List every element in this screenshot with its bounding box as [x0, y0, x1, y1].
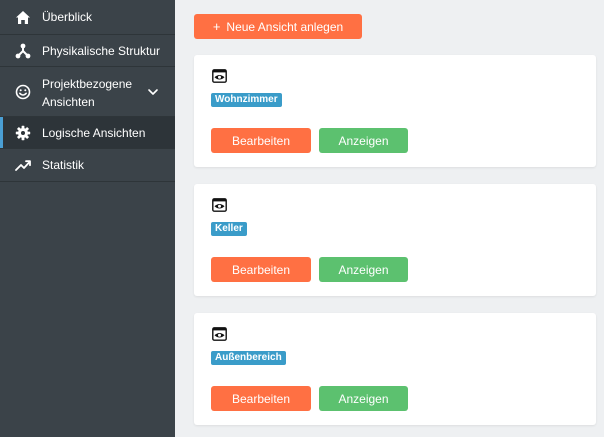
eye-icon	[212, 327, 227, 341]
sidebar-item-physical-structure[interactable]: Physikalische Struktur	[0, 35, 175, 67]
plus-icon: +	[212, 19, 221, 34]
network-icon	[14, 42, 32, 60]
show-button[interactable]: Anzeigen	[319, 257, 408, 282]
gear-icon	[14, 124, 32, 142]
view-name-badge: Keller	[211, 222, 247, 236]
view-name-badge: Außenbereich	[211, 351, 286, 365]
home-icon	[14, 8, 32, 26]
sidebar-item-logical-views[interactable]: Logische Ansichten	[0, 117, 175, 149]
sidebar-item-label: Statistik	[42, 158, 85, 172]
sidebar-item-project-views[interactable]: Projektbezogene Ansichten	[0, 67, 175, 117]
sidebar: Überblick Physikalische Struktur Projekt…	[0, 0, 175, 437]
sidebar-item-statistics[interactable]: Statistik	[0, 149, 175, 182]
eye-icon	[212, 69, 227, 83]
view-card: Wohnzimmer Bearbeiten Anzeigen	[194, 55, 596, 167]
edit-button[interactable]: Bearbeiten	[211, 386, 311, 411]
smiley-icon	[14, 83, 32, 101]
sidebar-item-label: Physikalische Struktur	[42, 43, 161, 58]
view-card: Außenbereich Bearbeiten Anzeigen	[194, 313, 596, 425]
edit-button[interactable]: Bearbeiten	[211, 257, 311, 282]
add-view-button[interactable]: + Neue Ansicht anlegen	[194, 14, 362, 39]
chevron-down-icon[interactable]	[147, 86, 159, 98]
add-view-label: Neue Ansicht anlegen	[226, 19, 344, 34]
show-button[interactable]: Anzeigen	[319, 386, 408, 411]
view-card: Keller Bearbeiten Anzeigen	[194, 184, 596, 296]
show-button[interactable]: Anzeigen	[319, 128, 408, 153]
edit-button[interactable]: Bearbeiten	[211, 128, 311, 153]
sidebar-item-label: Überblick	[42, 10, 93, 24]
sidebar-item-overview[interactable]: Überblick	[0, 0, 175, 35]
view-name-badge: Wohnzimmer	[211, 93, 282, 107]
sidebar-item-label: Logische Ansichten	[42, 125, 146, 140]
sidebar-item-label: Projektbezogene Ansichten	[42, 77, 133, 109]
trending-up-icon	[14, 156, 32, 174]
main-content: + Neue Ansicht anlegen Wohnzimmer Bearbe…	[175, 0, 604, 437]
eye-icon	[212, 198, 227, 212]
